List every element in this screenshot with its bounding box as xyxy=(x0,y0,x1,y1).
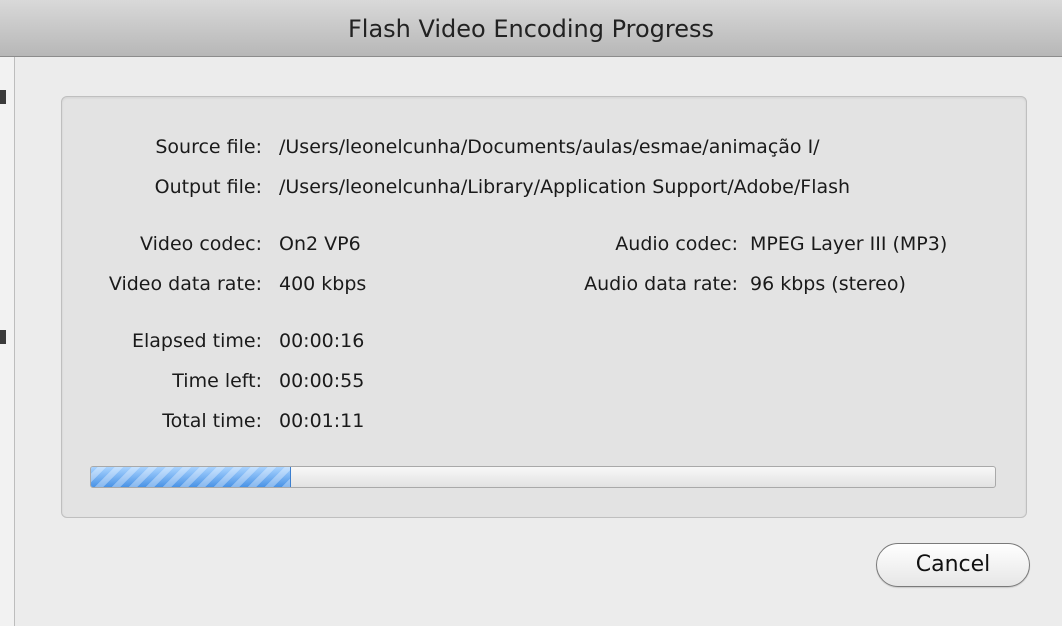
audio-data-rate-value: 96 kbps (stereo) xyxy=(750,273,906,295)
background-window-edge xyxy=(0,0,15,626)
video-codec-label: Video codec: xyxy=(140,233,262,255)
video-data-rate-value: 400 kbps xyxy=(279,273,367,295)
audio-codec-label: Audio codec: xyxy=(615,233,738,255)
window-titlebar: Flash Video Encoding Progress xyxy=(0,0,1062,57)
total-time-label: Total time: xyxy=(162,410,262,432)
source-file-label: Source file: xyxy=(155,136,262,158)
background-window-mark xyxy=(0,330,6,344)
encoding-details-panel xyxy=(61,96,1027,518)
cancel-button[interactable]: Cancel xyxy=(876,543,1030,587)
elapsed-time-label: Elapsed time: xyxy=(131,330,262,352)
time-left-value: 00:00:55 xyxy=(279,370,365,392)
elapsed-time-value: 00:00:16 xyxy=(279,330,365,352)
video-codec-value: On2 VP6 xyxy=(279,233,361,255)
video-data-rate-label: Video data rate: xyxy=(108,273,262,295)
output-file-value: /Users/leonelcunha/Library/Application S… xyxy=(279,176,851,198)
window-title: Flash Video Encoding Progress xyxy=(347,15,715,43)
total-time-value: 00:01:11 xyxy=(279,410,365,432)
output-file-label: Output file: xyxy=(154,176,262,198)
background-window-mark xyxy=(0,90,6,104)
encoding-progress-fill xyxy=(91,467,291,487)
audio-data-rate-label: Audio data rate: xyxy=(584,273,738,295)
encoding-progress-bar xyxy=(90,466,996,488)
audio-codec-value: MPEG Layer III (MP3) xyxy=(750,233,948,255)
time-left-label: Time left: xyxy=(172,370,262,392)
source-file-value: /Users/leonelcunha/Documents/aulas/esmae… xyxy=(279,136,820,158)
